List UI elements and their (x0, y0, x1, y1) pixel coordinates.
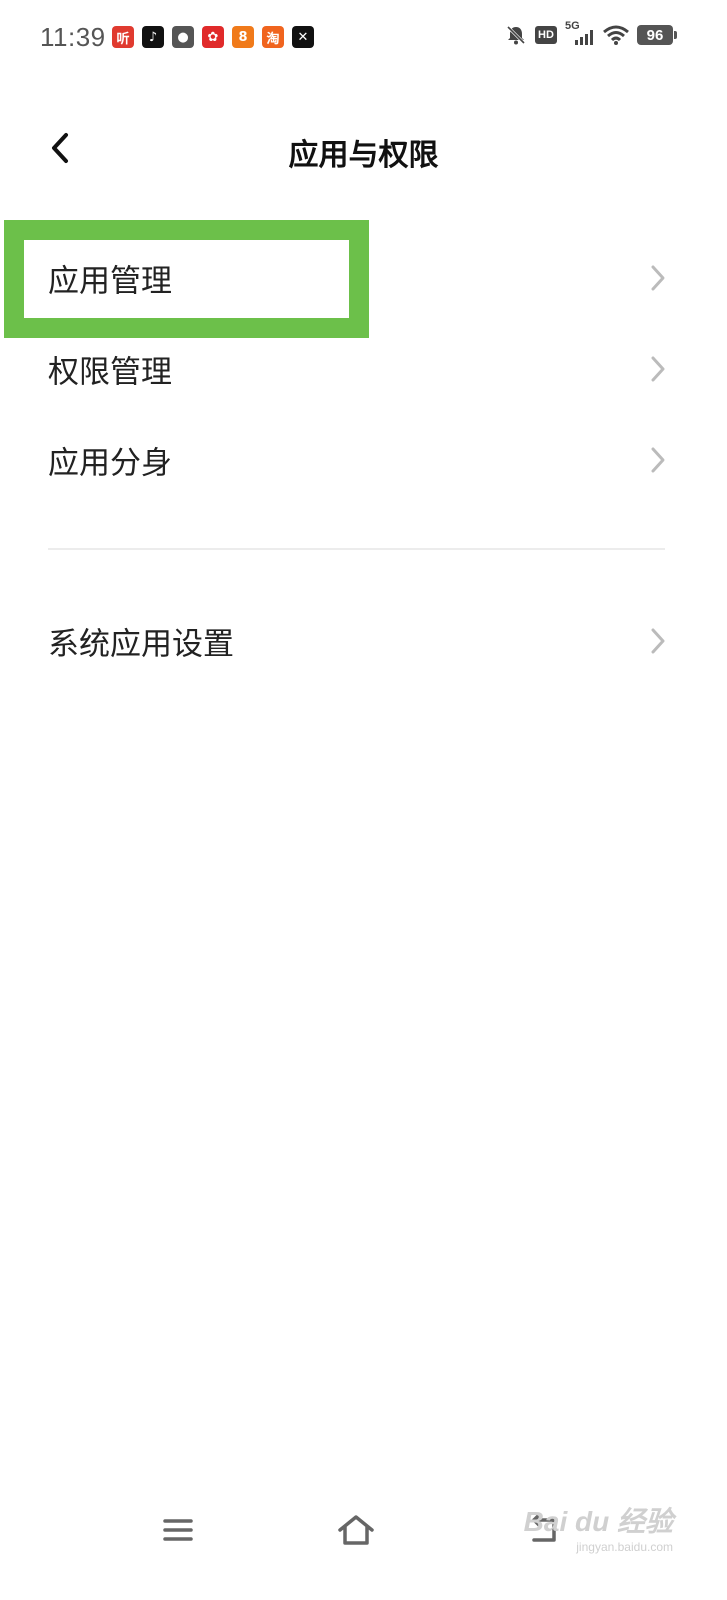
battery-indicator: 96 (637, 25, 677, 45)
capcut-icon: ✕ (292, 26, 314, 48)
page-title: 应用与权限 (288, 138, 439, 173)
hd-badge: HD (535, 26, 557, 44)
status-time: 11:39 (40, 22, 106, 52)
signal-5g-icon: 5G (565, 20, 595, 46)
recent-apps-button[interactable] (148, 1500, 208, 1560)
chevron-right-icon (651, 356, 665, 382)
wechat-icon: ● (172, 26, 194, 48)
menu-item-permission-management[interactable]: 权限管理 (0, 324, 727, 414)
menu-item-app-management[interactable]: 应用管理 (0, 233, 727, 323)
menu-item-label: 系统应用设置 (48, 626, 234, 663)
listen-app-icon: 听 (112, 26, 134, 48)
home-icon (338, 1515, 374, 1545)
notification-icons: 听 ♪ ● ✿ 8 淘 ✕ (112, 26, 314, 48)
kuaishou-icon: 8 (232, 26, 254, 48)
douyin-icon: ♪ (142, 26, 164, 48)
menu-lines-icon (163, 1519, 193, 1541)
menu-item-app-clone[interactable]: 应用分身 (0, 415, 727, 505)
status-bar: 11:39 听 ♪ ● ✿ 8 淘 ✕ HD 5G 96 (0, 0, 727, 80)
wifi-icon (603, 24, 629, 46)
watermark-url: jingyan.baidu.com (576, 1540, 673, 1554)
menu-item-label: 权限管理 (48, 354, 172, 391)
chevron-right-icon (651, 628, 665, 654)
network-label: 5G (565, 20, 580, 32)
section-divider (48, 548, 665, 550)
system-icons: HD 5G 96 (505, 20, 677, 46)
menu-item-label: 应用分身 (48, 445, 172, 482)
taobao-icon: 淘 (262, 26, 284, 48)
mute-bell-icon (505, 24, 527, 46)
watermark-brand: Bai du 经验 (523, 1506, 673, 1537)
chevron-right-icon (651, 447, 665, 473)
huawei-flower-icon: ✿ (202, 26, 224, 48)
menu-item-label: 应用管理 (48, 263, 172, 300)
chevron-right-icon (651, 265, 665, 291)
header: 应用与权限 (0, 110, 727, 190)
menu-item-system-app-settings[interactable]: 系统应用设置 (0, 596, 727, 686)
home-button[interactable] (326, 1500, 386, 1560)
